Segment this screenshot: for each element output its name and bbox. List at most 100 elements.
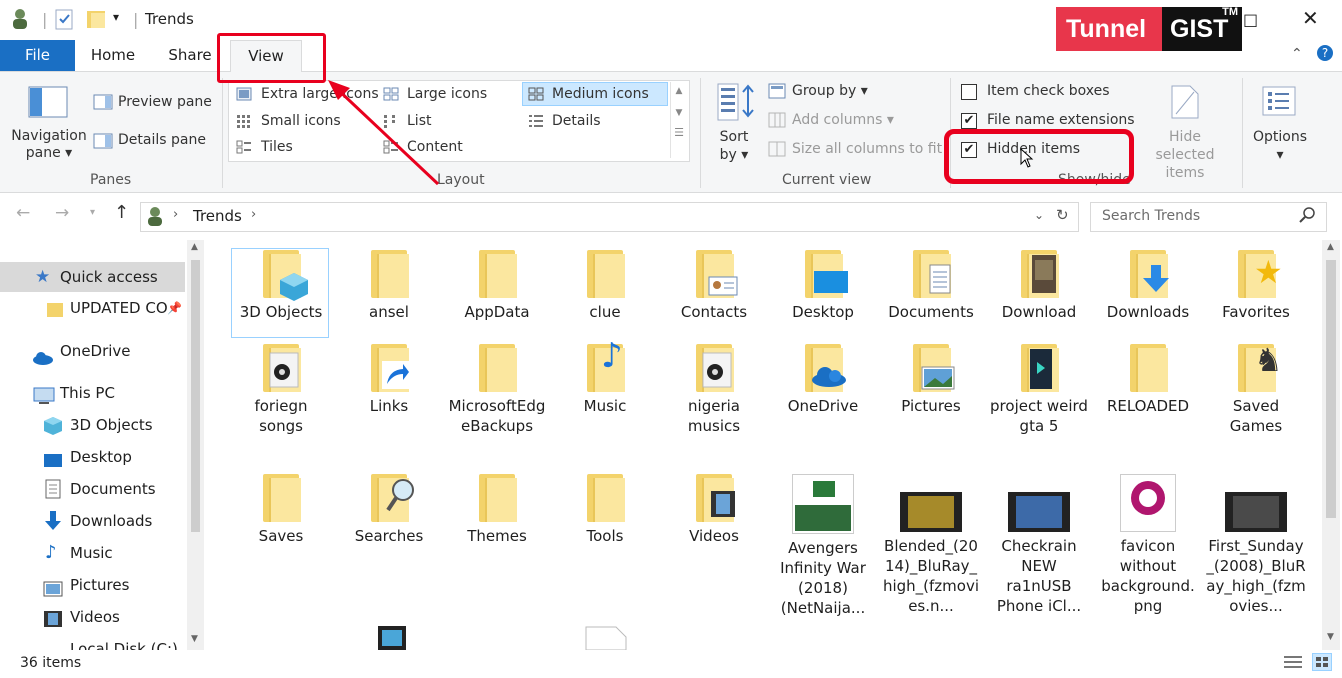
file-item[interactable]: Themes xyxy=(447,474,547,546)
scroll-up-icon[interactable]: ▲ xyxy=(1327,242,1334,252)
file-item[interactable]: Searches xyxy=(339,474,439,546)
file-item[interactable]: Pictures xyxy=(881,344,981,416)
file-item[interactable]: Checkrain NEW ra1nUSB Phone iCl... xyxy=(989,474,1089,616)
file-item[interactable]: ★ Favorites xyxy=(1206,250,1306,322)
search-icon[interactable] xyxy=(1299,206,1317,228)
details-pane-button[interactable]: Details pane xyxy=(118,132,206,148)
properties-icon[interactable] xyxy=(55,8,73,34)
navigation-pane-button[interactable]: Navigation pane ▾ xyxy=(11,128,87,162)
nav-documents[interactable]: Documents xyxy=(0,474,185,504)
item-check-boxes-label[interactable]: Item check boxes xyxy=(987,83,1110,99)
nav-downloads[interactable]: Downloads xyxy=(0,506,185,536)
nav-scrollbar[interactable]: ▲ ▼ xyxy=(187,240,204,650)
file-item[interactable]: ♪ Music xyxy=(555,339,655,416)
refresh-icon[interactable]: ↻ xyxy=(1056,206,1069,224)
customize-toolbar-icon[interactable]: ▾ xyxy=(113,10,119,24)
minimize-ribbon-icon[interactable]: ⌃ xyxy=(1291,46,1303,62)
file-item[interactable]: foriegn songs xyxy=(231,344,331,436)
breadcrumb-chevron-icon[interactable]: › xyxy=(251,207,256,222)
details-option[interactable]: Details xyxy=(552,113,601,129)
nav-videos[interactable]: Videos xyxy=(0,602,185,632)
preview-pane-button[interactable]: Preview pane xyxy=(118,94,212,110)
nav-local-disk[interactable]: Local Disk (C:) xyxy=(0,634,185,650)
maximize-button[interactable]: □ xyxy=(1243,10,1258,29)
options-icon[interactable] xyxy=(1262,86,1296,120)
tab-home[interactable]: Home xyxy=(80,40,146,71)
file-name-extensions-label[interactable]: File name extensions xyxy=(987,112,1135,128)
file-item[interactable]: Videos xyxy=(664,474,764,546)
hide-selected-button[interactable]: Hide selected items xyxy=(1138,128,1232,182)
nav-3d-objects[interactable]: 3D Objects xyxy=(0,410,185,440)
file-item[interactable]: ♞ Saved Games xyxy=(1206,344,1306,436)
file-item[interactable]: OneDrive xyxy=(773,344,873,416)
content-scroll-thumb[interactable] xyxy=(1326,260,1336,518)
nav-onedrive[interactable]: OneDrive xyxy=(0,336,185,366)
search-box[interactable]: Search Trends xyxy=(1090,202,1327,232)
item-check-boxes-checkbox[interactable] xyxy=(961,84,977,100)
file-item[interactable]: Desktop xyxy=(773,250,873,322)
back-icon[interactable]: ← xyxy=(16,203,30,223)
file-item[interactable]: Download xyxy=(989,250,1089,322)
breadcrumb-chevron-icon[interactable]: › xyxy=(173,207,178,222)
gallery-more-icon[interactable]: ☰ xyxy=(671,126,687,139)
nav-pinned-folder[interactable]: UPDATED CO 📌 xyxy=(0,293,185,323)
partial-file-icon[interactable] xyxy=(585,626,627,650)
forward-icon[interactable]: → xyxy=(55,203,69,223)
file-item[interactable]: First_Sunday_(2008)_BluRay_high_(fzmovie… xyxy=(1206,474,1306,616)
file-item[interactable]: Downloads xyxy=(1098,250,1198,322)
help-icon[interactable]: ? xyxy=(1317,45,1333,61)
file-item[interactable]: RELOADED xyxy=(1098,344,1198,416)
file-item[interactable]: AppData xyxy=(447,250,547,322)
address-dropdown-icon[interactable]: ⌄ xyxy=(1034,208,1044,222)
file-item[interactable]: clue xyxy=(555,250,655,322)
file-item[interactable]: MicrosoftEdgeBackups xyxy=(447,344,547,436)
nav-scroll-thumb[interactable] xyxy=(191,260,200,532)
file-item[interactable]: Documents xyxy=(881,250,981,322)
sort-by-button[interactable]: Sort by ▾ xyxy=(719,128,749,164)
file-item[interactable]: project weird gta 5 xyxy=(989,344,1089,436)
add-columns-button[interactable]: Add columns ▾ xyxy=(792,112,894,128)
gallery-up-icon[interactable]: ▲ xyxy=(671,86,687,96)
file-item[interactable]: Saves xyxy=(231,474,331,546)
scroll-up-icon[interactable]: ▲ xyxy=(191,242,198,252)
file-item[interactable]: favicon without background.png xyxy=(1098,474,1198,616)
tab-share[interactable]: Share xyxy=(155,40,225,71)
up-icon[interactable]: ↑ xyxy=(114,202,129,223)
file-item[interactable]: Blended_(2014)_BluRay_high_(fzmovies.n..… xyxy=(881,474,981,616)
file-item[interactable]: ansel xyxy=(339,250,439,322)
file-item[interactable]: nigeria musics xyxy=(664,344,764,436)
details-view-icon[interactable] xyxy=(1283,654,1303,674)
nav-pictures[interactable]: Pictures xyxy=(0,570,185,600)
breadcrumb-trends[interactable]: Trends xyxy=(193,207,242,225)
user-folder-icon[interactable] xyxy=(10,8,30,34)
nav-desktop[interactable]: Desktop xyxy=(0,442,185,472)
address-box[interactable]: › Trends › ⌄ ↻ xyxy=(140,202,1079,232)
file-item[interactable]: Links xyxy=(339,344,439,416)
group-by-button[interactable]: Group by ▾ xyxy=(792,83,868,99)
sort-by-icon[interactable] xyxy=(716,82,756,126)
size-columns-button[interactable]: Size all columns to fit xyxy=(792,141,942,157)
medium-icons-option[interactable]: Medium icons xyxy=(552,86,649,102)
file-item[interactable]: Contacts xyxy=(664,250,764,322)
file-item[interactable]: 3D Objects xyxy=(231,250,331,322)
tab-file[interactable]: File xyxy=(0,40,75,71)
file-name-extensions-checkbox[interactable]: ✔ xyxy=(961,113,977,129)
recent-locations-icon[interactable]: ▾ xyxy=(90,207,95,218)
gallery-down-icon[interactable]: ▼ xyxy=(671,108,687,118)
file-item[interactable]: Tools xyxy=(555,474,655,546)
navigation-pane-icon[interactable] xyxy=(28,86,68,122)
content-scrollbar[interactable]: ▲ ▼ xyxy=(1322,240,1340,650)
file-item[interactable]: Avengers Infinity War (2018) (NetNaija..… xyxy=(773,474,873,618)
scroll-down-icon[interactable]: ▼ xyxy=(1327,632,1334,642)
large-icons-view-icon[interactable] xyxy=(1312,653,1332,671)
nav-quick-access[interactable]: ★ Quick access xyxy=(0,262,185,292)
new-folder-icon[interactable] xyxy=(85,8,107,34)
nav-this-pc[interactable]: This PC xyxy=(0,378,185,408)
nav-music[interactable]: ♪ Music xyxy=(0,538,185,568)
scroll-down-icon[interactable]: ▼ xyxy=(191,634,198,644)
partial-file-icon[interactable] xyxy=(368,622,416,650)
options-button[interactable]: Options ▾ xyxy=(1252,128,1308,164)
layout-gallery-scroller[interactable]: ▲ ▼ ☰ xyxy=(670,82,687,158)
close-button[interactable]: ✕ xyxy=(1302,6,1319,30)
tiles-option[interactable]: Tiles xyxy=(261,139,293,155)
